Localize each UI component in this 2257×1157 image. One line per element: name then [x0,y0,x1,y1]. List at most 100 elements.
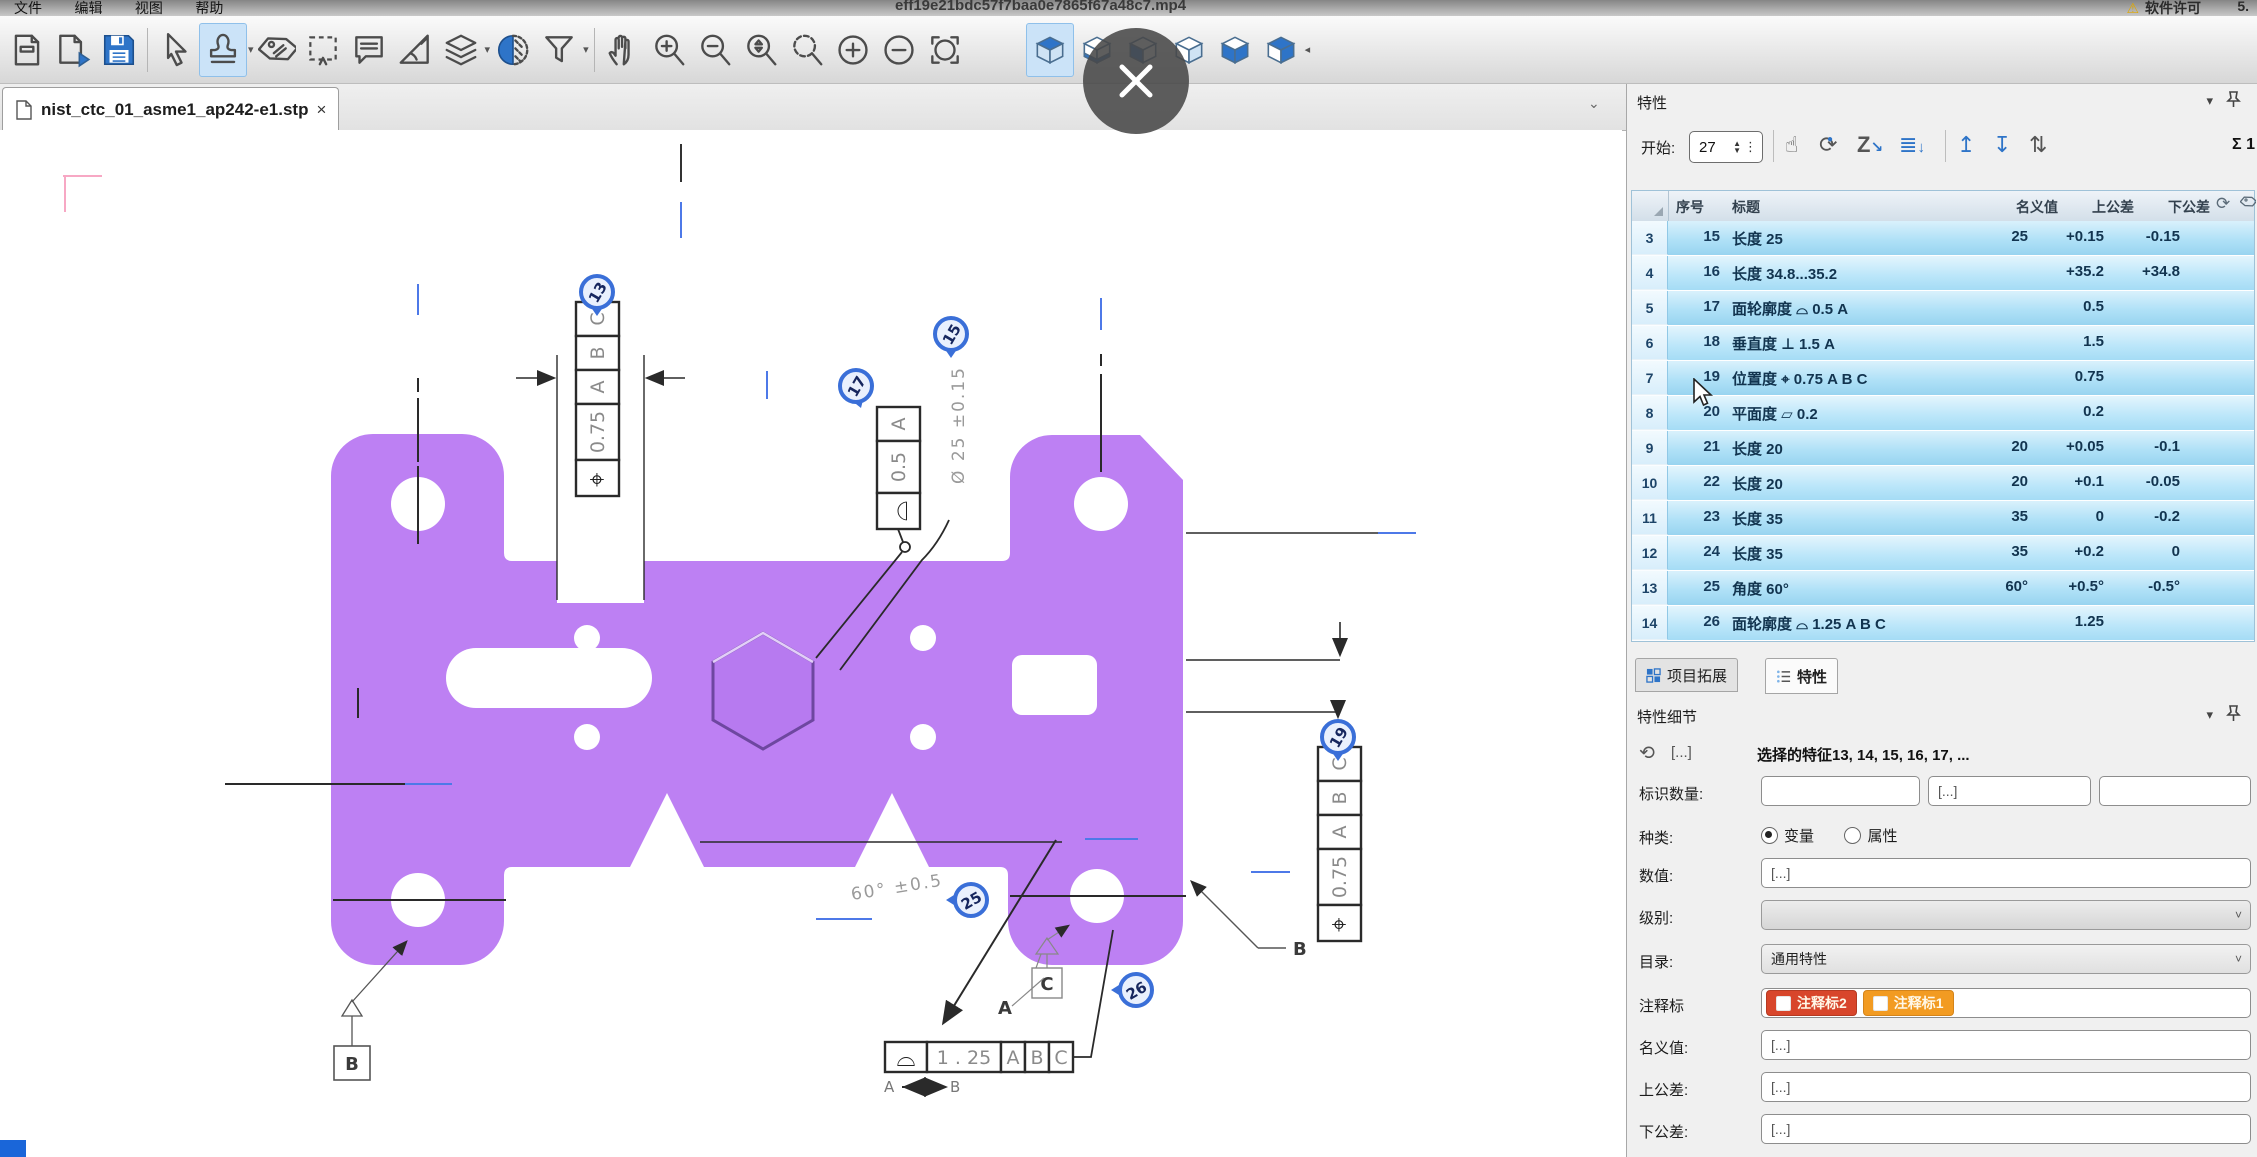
tab-close-icon[interactable]: × [316,100,326,120]
table-row[interactable]: 6 18 垂直度 ⊥ 1.5 A 1.5 [1632,326,2254,361]
row-number-cell[interactable]: 6 [1632,326,1668,360]
properties-table[interactable]: 序号 标题 名义值 上公差 下公差 ⟳ 3 15 长度 25 25 +0.15 … [1631,190,2255,642]
pin-icon[interactable] [2226,91,2241,113]
annotation-chip-1[interactable]: 注释标1 [1863,990,1954,1016]
zoom-in-button[interactable] [646,24,692,76]
row-number-cell[interactable]: 11 [1632,501,1668,535]
table-row[interactable]: 9 21 长度 20 20 +0.05 -0.1 [1632,431,2254,466]
tag-button[interactable] [254,24,300,76]
row-body[interactable]: 21 长度 20 20 +0.05 -0.1 [1668,431,2254,466]
comment-button[interactable] [346,24,392,76]
panel-collapse-caret[interactable]: ▾ [2206,93,2213,109]
tag-column-icon[interactable] [2240,194,2256,215]
pin-icon[interactable] [2226,705,2241,727]
zoom-all-button[interactable] [922,24,968,76]
edge-label-b[interactable]: B [1192,882,1307,960]
menu-view[interactable]: 视图 [135,0,163,16]
tab-project-expand[interactable]: 项目拓展 [1635,658,1738,692]
rotate-sync-icon[interactable]: ⟳● [1819,132,1837,158]
magnify-minus-button[interactable] [876,24,922,76]
measure-button[interactable] [392,24,438,76]
lower-tol-input[interactable]: [...] [1761,1114,2251,1144]
selection-sync-icon[interactable]: ⟲ [1639,742,1655,765]
marquee-select-button[interactable] [300,24,346,76]
col-header-nominal[interactable]: 名义值 [1988,197,2058,217]
radio-variable[interactable]: 变量 [1761,825,1814,846]
sort-updown-icon[interactable]: ⇅ [2029,132,2047,158]
part-body[interactable] [331,434,1183,965]
section-view-button[interactable] [490,24,536,76]
fcf-position-13[interactable]: C B A 0.75 ⌖ [516,302,685,600]
radio-dot[interactable] [1761,827,1778,844]
filter-dropdown-caret[interactable]: ▾ [583,43,589,56]
view-top-button[interactable] [1026,23,1074,77]
id-count-input-3[interactable] [2099,776,2251,806]
layers-button[interactable] [438,24,484,76]
document-tab[interactable]: nist_ctc_01_asme1_ap242-e1.stp × [2,87,339,131]
checkbox[interactable] [1873,996,1888,1011]
zoom-out-button[interactable] [692,24,738,76]
col-header-upper[interactable]: 上公差 [2064,197,2134,217]
annotation-chip-2[interactable]: 注释标2 [1766,990,1857,1016]
z-order-icon[interactable]: Z↘ [1857,132,1883,158]
row-body[interactable]: 24 长度 35 35 +0.2 0 [1668,536,2254,571]
row-body[interactable]: 26 面轮廓度 ⌓ 1.25 A B C 1.25 [1668,606,2254,641]
row-body[interactable]: 17 面轮廓度 ⌓ 0.5 A 0.5 [1668,291,2254,326]
menu-edit[interactable]: 编辑 [74,0,102,16]
table-row[interactable]: 13 25 角度 60° 60° +0.5° -0.5° [1632,571,2254,606]
table-row[interactable]: 11 23 长度 35 35 0 -0.2 [1632,501,2254,536]
radio-attribute[interactable]: 属性 [1844,825,1897,846]
close-icon[interactable] [1114,59,1158,103]
col-header-lower[interactable]: 下公差 [2140,197,2210,217]
row-body[interactable]: 16 长度 34.8...35.2 +35.2 +34.8 [1668,256,2254,291]
table-row[interactable]: 4 16 长度 34.8...35.2 +35.2 +34.8 [1632,256,2254,291]
row-body[interactable]: 25 角度 60° 60° +0.5° -0.5° [1668,571,2254,606]
col-header-title[interactable]: 标题 [1732,197,1760,217]
level-select[interactable]: ˅ [1761,900,2251,930]
spinner-menu-icon[interactable]: ⋮ [1744,139,1757,155]
upper-tol-input[interactable]: [...] [1761,1072,2251,1102]
table-row[interactable]: 5 17 面轮廓度 ⌓ 0.5 A 0.5 [1632,291,2254,326]
row-body[interactable]: 23 长度 35 35 0 -0.2 [1668,501,2254,536]
row-body[interactable]: 15 长度 25 25 +0.15 -0.15 [1668,221,2254,256]
id-count-input-1[interactable] [1761,776,1920,806]
stamp-annotation-button[interactable] [199,23,247,77]
pick-hand-icon[interactable]: ☝ [1785,132,1798,158]
table-row[interactable]: 14 26 面轮廓度 ⌓ 1.25 A B C 1.25 [1632,606,2254,641]
table-header[interactable]: 序号 标题 名义值 上公差 下公差 ⟳ [1632,191,2254,222]
row-number-cell[interactable]: 5 [1632,291,1668,325]
views-more-caret[interactable]: ◂ [1305,43,1311,56]
table-row[interactable]: 3 15 长度 25 25 +0.15 -0.15 [1632,221,2254,256]
checkbox[interactable] [1776,996,1791,1011]
import-down-icon[interactable]: ↧ [1993,132,2011,158]
tab-properties[interactable]: 特性 [1765,658,1838,694]
spinner-arrows[interactable]: ▲▼ [1733,140,1741,154]
select-all-corner[interactable] [1632,191,1669,221]
fcf-position-19[interactable]: C B A 0.75 ⌖ [1318,747,1361,941]
filter-button[interactable] [536,24,582,76]
taskbar-corner[interactable] [0,1140,26,1157]
radio-dot[interactable] [1844,827,1861,844]
menu-file[interactable]: 文件 [14,0,42,16]
row-number-cell[interactable]: 8 [1632,396,1668,430]
menu-help[interactable]: 帮助 [195,0,223,16]
magnify-plus-button[interactable] [830,24,876,76]
zoom-fit-button[interactable] [738,24,784,76]
select-cursor-button[interactable] [153,24,199,76]
model-viewport[interactable]: C B A 0.75 ⌖ A 0.5 ⌓ Ø 25 ±0.15 [0,130,1622,1157]
row-body[interactable]: 20 平面度 ▱ 0.2 0.2 [1668,396,2254,431]
catalog-select[interactable]: 通用特性˅ [1761,944,2251,974]
row-number-cell[interactable]: 9 [1632,431,1668,465]
refresh-column-icon[interactable]: ⟳ [2216,194,2230,214]
row-number-cell[interactable]: 12 [1632,536,1668,570]
row-number-cell[interactable]: 13 [1632,571,1668,605]
nominal-input[interactable]: [...] [1761,1030,2251,1060]
details-collapse-caret[interactable]: ▾ [2206,707,2213,723]
table-row[interactable]: 10 22 长度 20 20 +0.1 -0.05 [1632,466,2254,501]
canvas-collapse-caret[interactable]: ⌄ [1588,95,1600,112]
save-button[interactable] [96,24,142,76]
row-number-cell[interactable]: 3 [1632,221,1668,255]
row-number-cell[interactable]: 10 [1632,466,1668,500]
value-input[interactable]: [...] [1761,858,2251,888]
list-order-icon[interactable]: ≣↓ [1899,132,1925,158]
